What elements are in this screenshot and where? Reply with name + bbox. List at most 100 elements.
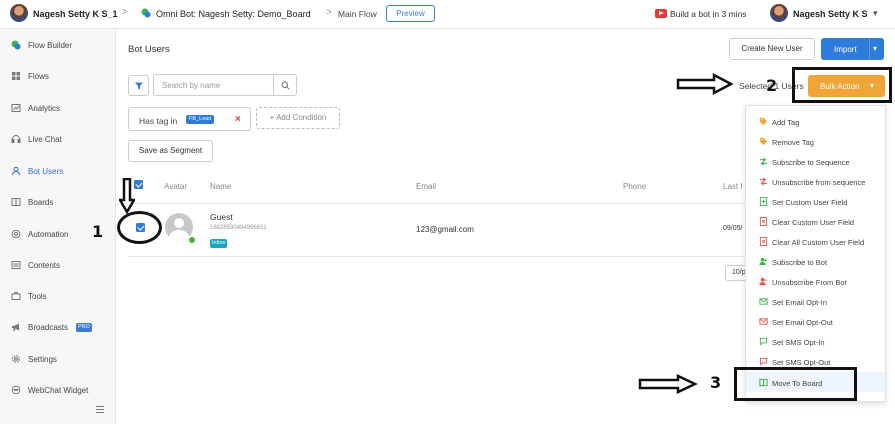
flow-builder-icon [11,40,21,50]
automation-icon [11,229,21,239]
preview-button[interactable]: Preview [386,5,435,22]
add-condition-button[interactable]: + Add Condition [256,107,340,129]
menu-item-set-custom-field[interactable]: Set Custom User Field [746,191,885,211]
workspace-user-name[interactable]: Nagesh Setty K S_1 [33,9,118,19]
annotation-number: 1 [92,222,104,241]
menu-item-label: Clear Custom User Field [772,218,855,227]
search-icon [281,81,290,90]
tag-condition[interactable]: Has tag in FB_Lead × [128,107,251,131]
column-header-email[interactable]: Email [416,182,436,191]
user-id: 16828590494996631 [210,225,267,231]
build-bot-link[interactable]: Build a bot in 3 mins [670,9,747,19]
sidebar-item-label: WebChat Widget [28,386,89,395]
user-email: 123@gmail.com [416,225,474,234]
column-header-name[interactable]: Name [210,182,231,191]
arrow-right-icon [638,374,698,394]
tag-remove-icon [759,137,768,146]
account-avatar[interactable] [770,4,788,22]
sidebar-item-boards[interactable]: Boards [0,192,116,212]
sidebar-item-bot-users[interactable]: Bot Users [0,161,116,181]
menu-item-label: Set Custom User Field [772,198,848,207]
email-out-icon [759,318,768,325]
close-icon[interactable]: × [235,114,241,125]
grid-icon [12,72,20,80]
menu-item-label: Set SMS Opt-Out [772,358,831,367]
sidebar-item-flow-builder[interactable]: Flow Builder [0,35,116,55]
menu-item-subscribe-sequence[interactable]: Subscribe to Sequence [746,151,885,171]
sidebar-item-flows[interactable]: Flows [0,66,116,86]
megaphone-icon [12,323,19,331]
gear-icon [12,355,20,363]
sequence-off-icon [759,177,768,186]
page-title: Bot Users [128,44,170,55]
menu-item-label: Unsubscribe From Bot [772,278,847,287]
search-input[interactable] [153,74,274,96]
menu-item-label: Set Email Opt-Out [772,318,833,327]
column-header-avatar: Avatar [164,182,187,191]
pro-badge: PRO [76,323,92,332]
menu-item-subscribe-bot[interactable]: Subscribe to Bot [746,251,885,271]
column-header-phone[interactable]: Phone [623,182,646,191]
tag-icon [759,117,768,126]
user-avatar[interactable] [10,4,28,22]
youtube-icon[interactable] [655,9,667,18]
select-all-checkbox[interactable] [134,180,143,189]
import-label: Import [834,45,857,54]
annotation-box [734,367,857,401]
flow-name[interactable]: Main Flow [338,9,377,19]
user-icon [12,166,20,176]
annotation-number: 3 [710,373,722,392]
menu-item-add-tag[interactable]: Add Tag [746,111,885,131]
menu-item-unsubscribe-bot[interactable]: Unsubscribe From Bot [746,271,885,291]
menu-item-clear-custom-field[interactable]: Clear Custom User Field [746,211,885,231]
menu-item-email-opt-out[interactable]: Set Email Opt-Out [746,311,885,331]
sidebar-item-label: Flows [28,72,49,81]
menu-item-label: Set Email Opt-In [772,298,828,307]
menu-item-label: Clear All Custom User Field [772,238,865,247]
sidebar-item-label: Tools [28,292,47,301]
doc-plus-icon [759,197,768,206]
create-new-user-button[interactable]: Create New User [729,38,815,60]
menu-toggle-icon[interactable] [96,406,104,413]
user-minus-icon [759,277,768,286]
import-button[interactable]: Import ▾ [821,38,884,60]
menu-item-remove-tag[interactable]: Remove Tag [746,131,885,151]
sidebar-item-label: Settings [28,355,57,364]
menu-item-sms-opt-in[interactable]: Set SMS Opt-In [746,331,885,351]
filter-icon [135,82,143,90]
sidebar-item-webchat-widget[interactable]: WebChat Widget [0,380,116,400]
divider [128,203,748,204]
sms-out-icon [759,357,768,366]
chat-widget-icon [11,385,21,395]
arrow-down-icon [119,178,135,214]
sidebar-item-analytics[interactable]: Analytics [0,98,116,118]
analytics-icon [11,104,21,112]
bot-title[interactable]: Omni Bot: Nagesh Setty: Demo_Board [156,9,311,19]
sidebar-item-settings[interactable]: Settings [0,349,116,369]
chevron-down-icon[interactable]: ▾ [873,44,877,53]
sidebar-item-contents[interactable]: Contents [0,255,116,275]
sidebar-item-label: Bot Users [28,167,64,176]
contents-icon [11,261,21,269]
sidebar-item-broadcasts[interactable]: Broadcasts PRO [0,317,116,337]
menu-item-clear-all-custom-field[interactable]: Clear All Custom User Field [746,231,885,251]
user-name[interactable]: Guest [210,212,233,222]
account-name[interactable]: Nagesh Setty K S [793,9,868,19]
menu-item-unsubscribe-sequence[interactable]: Unsubscribe from sequence [746,171,885,191]
sidebar-item-label: Automation [28,230,69,239]
doc-x-icon [759,217,768,226]
sidebar-item-tools[interactable]: Tools [0,286,116,306]
save-segment-button[interactable]: Save as Segment [128,140,213,162]
chevron-down-icon[interactable]: ▾ [873,8,878,19]
sidebar-item-label: Contents [28,261,61,270]
menu-item-email-opt-in[interactable]: Set Email Opt-In [746,291,885,311]
board-icon [11,198,21,206]
tag-pill: FB_Lead [186,115,215,124]
menu-item-label: Unsubscribe from sequence [772,178,866,187]
search-button[interactable] [273,74,297,96]
sidebar-item-label: Flow Builder [28,41,73,50]
condition-text: Has tag in [139,116,178,126]
sidebar-item-live-chat[interactable]: Live Chat [0,129,116,149]
filter-button[interactable] [128,75,149,96]
column-header-last[interactable]: Last I [723,182,743,191]
